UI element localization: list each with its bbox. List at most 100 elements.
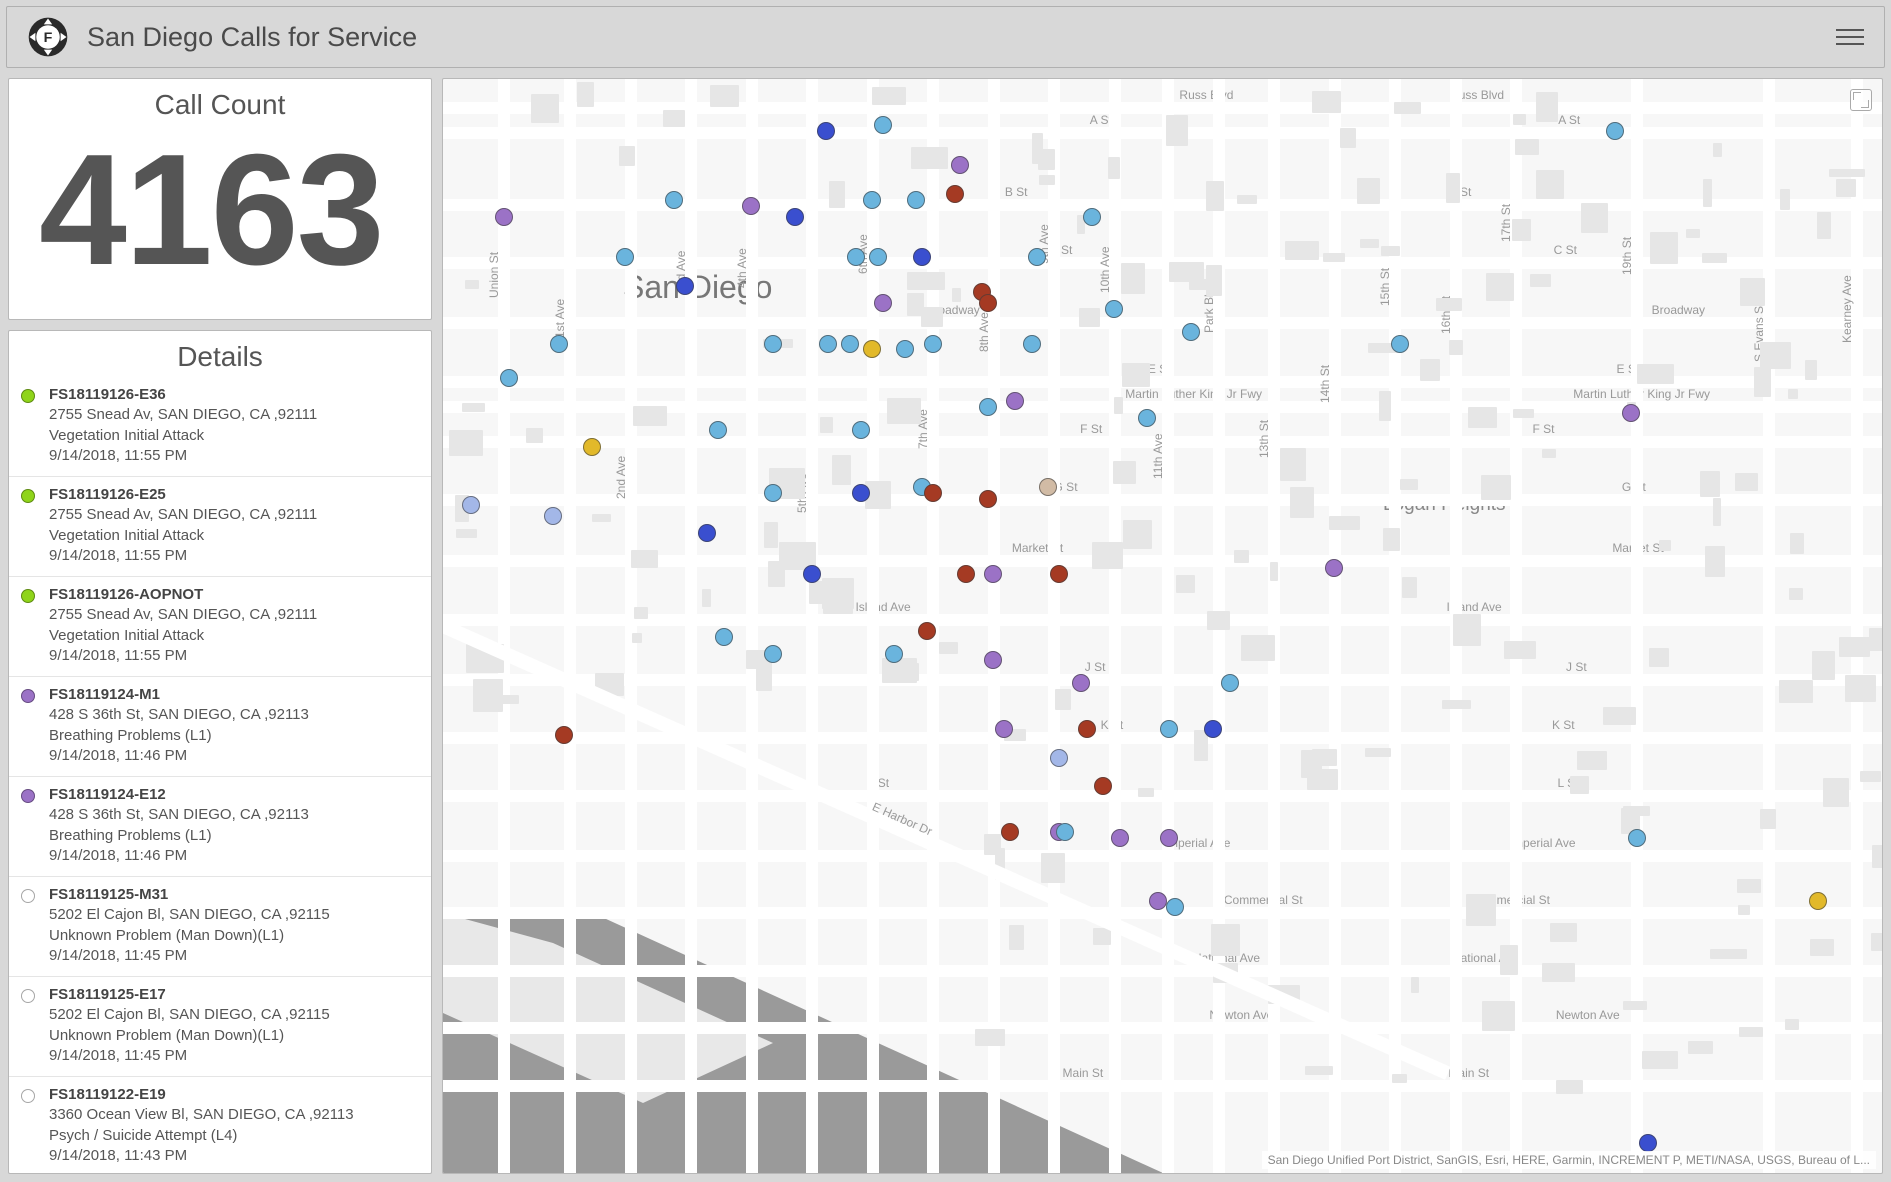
map-marker[interactable] [1628, 829, 1646, 847]
map-marker[interactable] [1391, 335, 1409, 353]
map-marker[interactable] [852, 484, 870, 502]
map-marker[interactable] [616, 248, 634, 266]
map-marker[interactable] [819, 335, 837, 353]
map-marker[interactable] [495, 208, 513, 226]
map-marker[interactable] [874, 294, 892, 312]
map-marker[interactable] [786, 208, 804, 226]
street-v [1389, 79, 1401, 1173]
map-marker[interactable] [1221, 674, 1239, 692]
building-block [820, 417, 832, 433]
map-marker[interactable] [462, 496, 480, 514]
map-marker[interactable] [1166, 898, 1184, 916]
building-block [1166, 115, 1188, 146]
map-marker[interactable] [1639, 1134, 1657, 1152]
map-marker[interactable] [1083, 208, 1101, 226]
map-marker[interactable] [544, 507, 562, 525]
map-marker[interactable] [907, 191, 925, 209]
map-marker[interactable] [1160, 829, 1178, 847]
map-marker[interactable] [1039, 478, 1057, 496]
map-marker[interactable] [1050, 749, 1068, 767]
list-item[interactable]: FS18119126-E252755 Snead Av, SAN DIEGO, … [9, 477, 431, 577]
map-marker[interactable] [869, 248, 887, 266]
status-dot-icon [21, 789, 35, 803]
map-marker[interactable] [583, 438, 601, 456]
map-marker[interactable] [1160, 720, 1178, 738]
map-marker[interactable] [957, 565, 975, 583]
map-marker[interactable] [918, 622, 936, 640]
map-marker[interactable] [863, 191, 881, 209]
map-marker[interactable] [1105, 300, 1123, 318]
building-block [710, 85, 739, 108]
map-marker[interactable] [676, 277, 694, 295]
map-marker[interactable] [550, 335, 568, 353]
map-marker[interactable] [1072, 674, 1090, 692]
map-surface[interactable]: San Diego Logan Heights Russ BlvdRuss Bl… [443, 79, 1882, 1173]
building-block [1577, 751, 1608, 771]
list-item[interactable]: FS18119125-E175202 El Cajon Bl, SAN DIEG… [9, 977, 431, 1077]
map-marker[interactable] [874, 116, 892, 134]
map-marker[interactable] [1078, 720, 1096, 738]
map-marker[interactable] [995, 720, 1013, 738]
building-block [1009, 925, 1024, 950]
list-item[interactable]: FS18119124-M1428 S 36th St, SAN DIEGO, C… [9, 677, 431, 777]
map-marker[interactable] [803, 565, 821, 583]
map-marker[interactable] [841, 335, 859, 353]
expand-map-icon[interactable] [1850, 89, 1872, 111]
map-marker[interactable] [1111, 829, 1129, 847]
map-marker[interactable] [555, 726, 573, 744]
map-marker[interactable] [979, 294, 997, 312]
map-marker[interactable] [742, 197, 760, 215]
map-marker[interactable] [764, 335, 782, 353]
map-marker[interactable] [817, 122, 835, 140]
map-marker[interactable] [1138, 409, 1156, 427]
map-marker[interactable] [885, 645, 903, 663]
map-marker[interactable] [1006, 392, 1024, 410]
hamburger-menu-button[interactable] [1836, 23, 1864, 51]
building-block [1570, 776, 1589, 794]
map-marker[interactable] [1622, 404, 1640, 422]
map-marker[interactable] [1182, 323, 1200, 341]
map-marker[interactable] [665, 191, 683, 209]
list-item[interactable]: FS18119125-M315202 El Cajon Bl, SAN DIEG… [9, 877, 431, 977]
details-list[interactable]: FS18119126-E362755 Snead Av, SAN DIEGO, … [9, 373, 431, 1173]
map-marker[interactable] [863, 340, 881, 358]
map-marker[interactable] [1204, 720, 1222, 738]
map-marker[interactable] [698, 524, 716, 542]
map-marker[interactable] [946, 185, 964, 203]
building-block [1400, 479, 1418, 490]
building-block [1234, 550, 1250, 563]
building-block [465, 280, 479, 289]
map-marker[interactable] [1094, 777, 1112, 795]
map-marker[interactable] [709, 421, 727, 439]
list-item[interactable]: FS18119122-E193360 Ocean View Bl, SAN DI… [9, 1077, 431, 1173]
map-marker[interactable] [1028, 248, 1046, 266]
map-marker[interactable] [1149, 892, 1167, 910]
map-marker[interactable] [1050, 565, 1068, 583]
map-marker[interactable] [1001, 823, 1019, 841]
list-item[interactable]: FS18119126-AOPNOT2755 Snead Av, SAN DIEG… [9, 577, 431, 677]
map-marker[interactable] [847, 248, 865, 266]
map-card[interactable]: San Diego Logan Heights Russ BlvdRuss Bl… [442, 78, 1883, 1174]
map-marker[interactable] [764, 484, 782, 502]
list-item[interactable]: FS18119126-E362755 Snead Av, SAN DIEGO, … [9, 377, 431, 477]
map-marker[interactable] [1606, 122, 1624, 140]
map-marker[interactable] [951, 156, 969, 174]
map-marker[interactable] [1325, 559, 1343, 577]
map-marker[interactable] [1023, 335, 1041, 353]
map-marker[interactable] [924, 484, 942, 502]
map-marker[interactable] [1809, 892, 1827, 910]
map-marker[interactable] [896, 340, 914, 358]
map-marker[interactable] [913, 248, 931, 266]
list-item[interactable]: FS18119124-E12428 S 36th St, SAN DIEGO, … [9, 777, 431, 877]
map-marker[interactable] [500, 369, 518, 387]
map-marker[interactable] [979, 398, 997, 416]
map-marker[interactable] [984, 565, 1002, 583]
map-marker[interactable] [984, 651, 1002, 669]
map-marker[interactable] [852, 421, 870, 439]
map-marker[interactable] [715, 628, 733, 646]
map-marker[interactable] [924, 335, 942, 353]
map-marker[interactable] [979, 490, 997, 508]
map-marker[interactable] [764, 645, 782, 663]
map-marker[interactable] [1056, 823, 1074, 841]
building-block [1436, 298, 1462, 311]
